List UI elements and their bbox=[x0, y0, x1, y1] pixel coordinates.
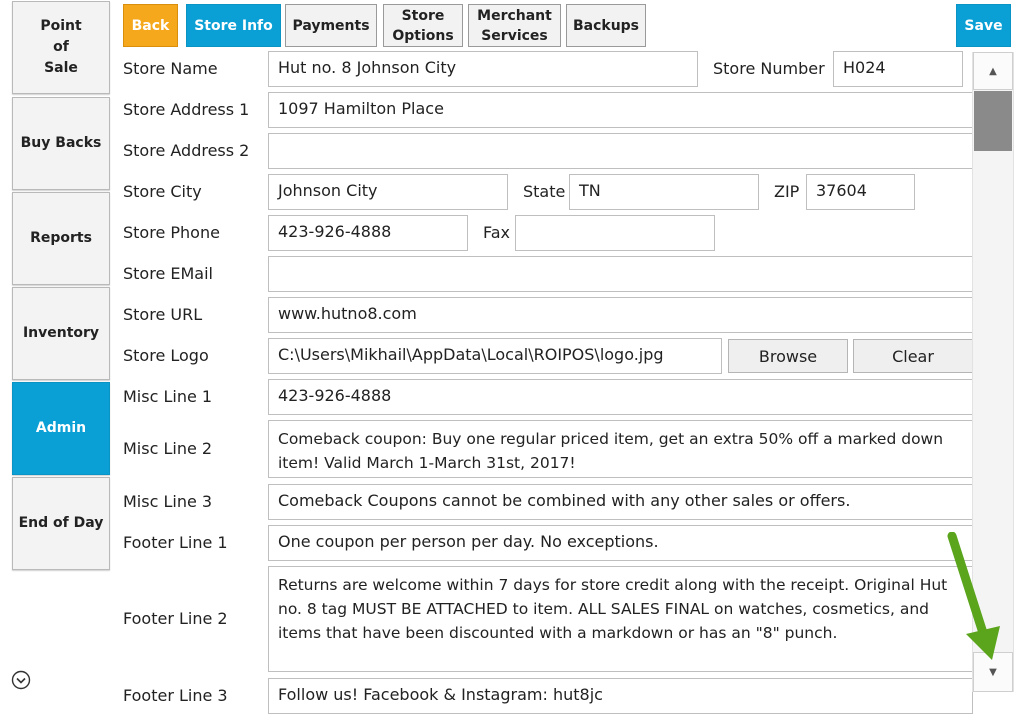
store-name-field[interactable]: Hut no. 8 Johnson City bbox=[268, 51, 698, 87]
nav-buy-backs[interactable]: Buy Backs bbox=[12, 97, 110, 190]
footer-line-3-field[interactable]: Follow us! Facebook & Instagram: hut8jc bbox=[268, 678, 973, 714]
tab-store-options[interactable]: Store Options bbox=[383, 4, 463, 47]
tab-merchant-services[interactable]: Merchant Services bbox=[468, 4, 561, 47]
clear-button[interactable]: Clear bbox=[853, 339, 973, 373]
tab-backups[interactable]: Backups bbox=[566, 4, 646, 47]
footer-line-1-label: Footer Line 1 bbox=[123, 533, 228, 552]
store-address-2-field[interactable] bbox=[268, 133, 973, 169]
chevron-circle-down-icon[interactable] bbox=[11, 670, 31, 690]
footer-line-3-label: Footer Line 3 bbox=[123, 686, 228, 705]
store-address-1-label: Store Address 1 bbox=[123, 100, 250, 119]
store-email-label: Store EMail bbox=[123, 264, 213, 283]
misc-line-3-label: Misc Line 3 bbox=[123, 492, 213, 511]
store-city-label: Store City bbox=[123, 182, 202, 201]
triangle-up-icon: ▲ bbox=[989, 65, 997, 77]
store-logo-label: Store Logo bbox=[123, 346, 209, 365]
zip-label: ZIP bbox=[774, 182, 800, 201]
misc-line-1-label: Misc Line 1 bbox=[123, 387, 213, 406]
store-number-label: Store Number bbox=[713, 59, 825, 78]
back-button[interactable]: Back bbox=[123, 4, 178, 47]
store-url-label: Store URL bbox=[123, 305, 203, 324]
green-arrow-icon bbox=[947, 532, 1000, 660]
footer-line-2-field[interactable]: Returns are welcome within 7 days for st… bbox=[268, 566, 973, 672]
store-number-field[interactable]: H024 bbox=[833, 51, 963, 87]
store-email-field[interactable] bbox=[268, 256, 973, 292]
fax-field[interactable] bbox=[515, 215, 715, 251]
store-address-2-label: Store Address 2 bbox=[123, 141, 250, 160]
nav-end-of-day[interactable]: End of Day bbox=[12, 477, 110, 570]
misc-line-2-label: Misc Line 2 bbox=[123, 439, 213, 458]
scroll-thumb[interactable] bbox=[974, 91, 1012, 151]
scroll-up-button[interactable]: ▲ bbox=[973, 52, 1013, 90]
triangle-down-icon: ▼ bbox=[989, 666, 997, 678]
zip-field[interactable]: 37604 bbox=[806, 174, 915, 210]
tab-store-info[interactable]: Store Info bbox=[186, 4, 281, 47]
store-url-field[interactable]: www.hutno8.com bbox=[268, 297, 973, 333]
state-field[interactable]: TN bbox=[569, 174, 759, 210]
tab-payments[interactable]: Payments bbox=[285, 4, 377, 47]
store-address-1-field[interactable]: 1097 Hamilton Place bbox=[268, 92, 973, 128]
nav-admin[interactable]: Admin bbox=[12, 382, 110, 475]
store-phone-label: Store Phone bbox=[123, 223, 220, 242]
browse-button[interactable]: Browse bbox=[728, 339, 848, 373]
nav-inventory[interactable]: Inventory bbox=[12, 287, 110, 380]
misc-line-2-field[interactable]: Comeback coupon: Buy one regular priced … bbox=[268, 420, 973, 478]
footer-line-2-label: Footer Line 2 bbox=[123, 609, 228, 628]
store-logo-field[interactable]: C:\Users\Mikhail\AppData\Local\ROIPOS\lo… bbox=[268, 338, 722, 374]
misc-line-3-field[interactable]: Comeback Coupons cannot be combined with… bbox=[268, 484, 973, 520]
nav-reports[interactable]: Reports bbox=[12, 192, 110, 285]
store-phone-field[interactable]: 423-926-4888 bbox=[268, 215, 468, 251]
state-label: State bbox=[523, 182, 566, 201]
nav-point-of-sale[interactable]: Point of Sale bbox=[12, 1, 110, 94]
misc-line-1-field[interactable]: 423-926-4888 bbox=[268, 379, 973, 415]
store-city-field[interactable]: Johnson City bbox=[268, 174, 508, 210]
store-name-label: Store Name bbox=[123, 59, 218, 78]
save-button[interactable]: Save bbox=[956, 4, 1011, 47]
footer-line-1-field[interactable]: One coupon per person per day. No except… bbox=[268, 525, 973, 561]
fax-label: Fax bbox=[483, 223, 511, 242]
